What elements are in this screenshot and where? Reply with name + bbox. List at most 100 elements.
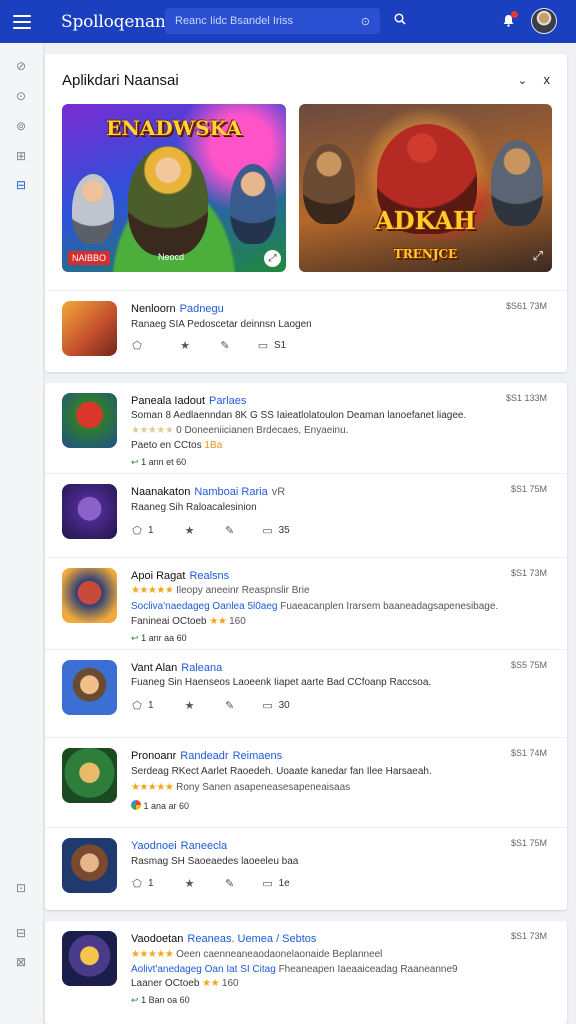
star-icon[interactable]: ★ (184, 877, 196, 890)
expand-icon[interactable]: ⤢ (264, 250, 281, 267)
app-name: Vant Alan Raleana (131, 662, 223, 674)
list-item[interactable]: Nenloorn Padnegu $S61 73M Ranaeg SIA Pedo… (45, 290, 567, 370)
bookmark-icon[interactable]: ⬠ (131, 339, 143, 352)
app-name: Naanakaton Namboai Raria vR (131, 486, 286, 498)
app-description: Raaneg Sih Raloacalesinion (131, 502, 257, 513)
list-item[interactable]: Paneala Iadout Parlaes $S1 133M Soman 8 A… (45, 383, 567, 473)
app-tag: Raneecla (180, 840, 228, 852)
app-tag: Parlaes (209, 395, 247, 407)
rating-stars: ★★ (209, 616, 227, 627)
star-icon[interactable]: ★ (179, 339, 191, 352)
apps-list: Paneala Iadout Parlaes $S1 133M Soman 8 A… (45, 383, 567, 910)
menu-icon[interactable] (13, 14, 31, 29)
sidebar-lock-icon[interactable]: ⊟ (14, 926, 28, 940)
search-bar[interactable]: ⊙ (165, 8, 380, 34)
app-description: Serdeag RKect Aarlet Raoedeh. Uoaate kan… (131, 766, 432, 777)
search-input[interactable] (175, 15, 350, 27)
app-thumbnail[interactable] (62, 484, 117, 539)
edit-icon[interactable]: ✎ (224, 877, 236, 890)
banner-character (230, 164, 276, 244)
bookmark-button[interactable]: ⬠ 1 (131, 524, 153, 537)
rating-stars: ★★★★★ (131, 585, 174, 596)
action-bar: ⬠ 1 ★ ✎ ▭ 30 (131, 698, 289, 712)
rating-stars: ★★ (202, 978, 220, 989)
top-app-bar: Spolloqenan ⊙ (0, 0, 576, 43)
app-thumbnail[interactable] (62, 660, 117, 715)
list-item[interactable]: Naanakaton Namboai Raria vR $S1 75M Raaneg… (45, 473, 567, 557)
sidebar-clock-icon[interactable]: ⊙ (14, 89, 28, 103)
app-meta: Fanineai OCtoeb ★★ 160 (131, 616, 246, 627)
sidebar-gallery-icon[interactable]: ⊞ (14, 149, 28, 163)
edit-icon[interactable]: ✎ (224, 524, 236, 537)
banner-subtitle: TRENJCE (393, 247, 458, 261)
app-tag: Namboai Raria (194, 486, 268, 498)
app-price: $S1 75M (510, 838, 547, 848)
banner-caption: Neocd (158, 252, 185, 262)
fullscreen-icon[interactable]: ⤢ (533, 248, 543, 264)
edit-icon[interactable]: ✎ (219, 339, 231, 352)
sidebar-image-icon[interactable]: ⊠ (14, 955, 28, 969)
app-thumbnail[interactable] (62, 931, 117, 986)
sidebar-share-icon[interactable]: ⊡ (14, 881, 28, 895)
search-clear-icon[interactable]: ⊙ (361, 15, 370, 28)
comment-button[interactable]: ▭ 1e (262, 877, 289, 890)
banner-title-text: ADKAH (375, 206, 476, 235)
app-price: $S1 133M (505, 393, 547, 403)
app-description: Fuaneg Sin Haenseos Laoeenk Iiapet aarte… (131, 677, 432, 688)
featured-panel: Aplikdari Naansai ⌄ x ENADWSKA NAIBBO Ne… (45, 54, 567, 372)
rating-stars: ★★★★★ (131, 782, 174, 793)
app-thumbnail[interactable] (62, 748, 117, 803)
bookmark-icon: ⬠ (132, 877, 142, 890)
list-item[interactable]: Yaodnoei Raneecla $S1 75M Rasmag SH Saoea… (45, 827, 567, 910)
app-rating: ★★★★★ Oeen caenneaneaodaonelaonaide Bepl… (131, 949, 383, 960)
star-icon[interactable]: ★ (184, 524, 196, 537)
bookmark-icon: ⬠ (132, 524, 142, 537)
bookmark-button[interactable]: ⬠ 1 (131, 877, 153, 890)
promo-banner-right[interactable]: ADKAH TRENJCE ⤢ (299, 104, 552, 272)
banner-character (128, 146, 208, 256)
bell-icon[interactable] (503, 11, 518, 29)
app-meta: Laaner OCtoeb ★★ 160 (131, 978, 239, 989)
google-icon (131, 800, 141, 810)
comment-icon: ▭ (262, 877, 273, 890)
app-description: Soman 8 Aedlaenndan 8K G SS Iaieatlolato… (131, 410, 467, 421)
app-description: Socliva'naedageg Oanlea 5l0aeg Fuaeacanp… (131, 601, 499, 612)
comment-icon: ▭ (257, 339, 269, 352)
star-icon[interactable]: ★ (184, 699, 196, 712)
app-thumbnail[interactable] (62, 393, 117, 448)
chevron-down-icon[interactable]: ⌄ (518, 74, 527, 87)
banner-title: ADKAH TRENJCE (299, 206, 552, 264)
list-item[interactable]: Apoi Ragat Realsns $S1 73M ★★★★★ Ileopy a… (45, 557, 567, 649)
list-item[interactable]: Vaodoetan Reaneas. Uemea / Sebtos $S1 73M… (45, 921, 567, 1024)
rating-stars: ★★★★★ (131, 949, 174, 960)
close-icon[interactable]: x (544, 72, 551, 87)
app-thumbnail[interactable] (62, 838, 117, 893)
app-tag: Raleana (181, 662, 223, 674)
user-avatar[interactable] (531, 8, 557, 34)
comment-button[interactable]: ▭ 30 (262, 699, 289, 712)
rating-stars: ★★★★★ (131, 425, 174, 436)
comment-icon: ▭ (262, 524, 273, 537)
app-name: Pronoanr Randeadr Reimaens (131, 750, 283, 762)
list-item[interactable]: Vant Alan Raleana $S5 75M Fuaneg Sin Haen… (45, 649, 567, 737)
app-description: Ranaeg SIA Pedoscetar deinnsn Laogen (131, 319, 312, 330)
app-tag: Realsns (189, 570, 230, 582)
bookmark-button[interactable]: ⬠ 1 (131, 699, 153, 712)
app-price: $S1 75M (510, 484, 547, 494)
app-meta: Paeto en CCtos 1Ba (131, 440, 223, 451)
list-item[interactable]: Pronoanr Randeadr Reimaens $S1 74M Serdeag… (45, 737, 567, 827)
edit-icon[interactable]: ✎ (224, 699, 236, 712)
app-name: Yaodnoei Raneecla (131, 840, 228, 852)
app-thumbnail[interactable] (62, 568, 117, 623)
app-price: $S1 73M (510, 931, 547, 941)
sidebar-compass-icon[interactable]: ⊘ (14, 59, 28, 73)
app-price: $S5 75M (510, 660, 547, 670)
search-icon[interactable] (394, 13, 406, 27)
comment-button[interactable]: ▭ S1 (257, 339, 286, 352)
app-stat: ↩ 1 Ban oa 60 (131, 995, 190, 1005)
sidebar-settings-icon[interactable]: ⊚ (14, 119, 28, 133)
app-thumbnail[interactable] (62, 301, 117, 356)
sidebar-apps-icon[interactable]: ⊟ (14, 178, 28, 192)
comment-button[interactable]: ▭ 35 (262, 524, 289, 537)
promo-banner-left[interactable]: ENADWSKA NAIBBO Neocd ⤢ (62, 104, 286, 272)
